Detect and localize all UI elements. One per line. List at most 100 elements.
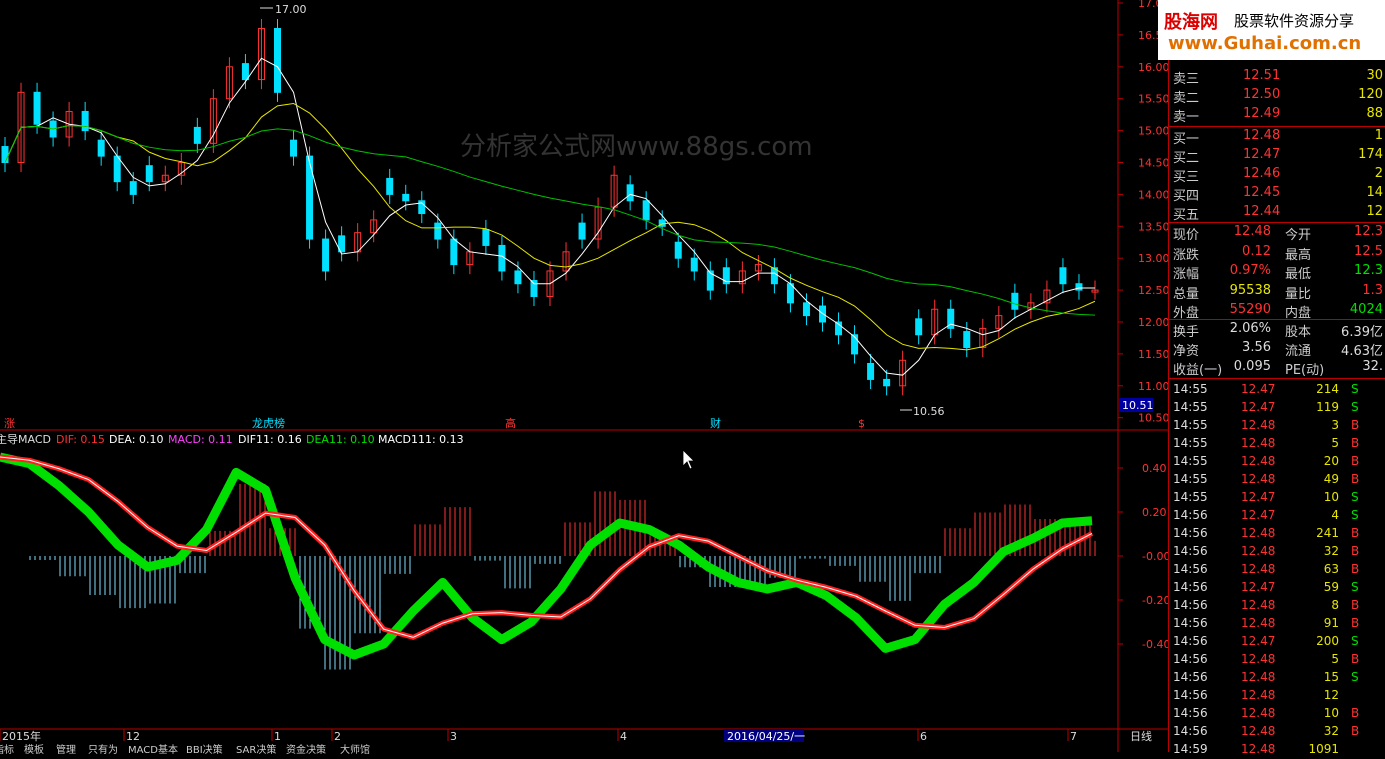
trade-time: 14:56 [1173,580,1208,594]
trade-volume: 91 [1323,616,1339,630]
candle-body [402,193,410,202]
event-marker[interactable]: $ [858,417,865,430]
tab-item[interactable]: 管理 [56,741,76,756]
candle-body [290,139,298,157]
logo-subtitle: 股票软件资源分享 [1234,12,1355,30]
trade-price: 12.48 [1241,742,1276,756]
candle-body [915,318,923,336]
bid-price: 12.47 [1243,147,1281,162]
trade-side: B [1351,526,1360,540]
trade-row: 14:55 12.47 214 S [1173,381,1383,399]
macd-tick: -0.00 [1142,550,1168,563]
trade-time: 14:56 [1173,688,1208,702]
trade-price: 12.48 [1241,598,1276,612]
tab-item[interactable]: 资金决策 [286,741,326,756]
candle-body [1,146,9,164]
candle-body [129,181,137,195]
period-label[interactable]: 日线 [1130,729,1152,743]
stat-label: 换手 [1173,325,1200,340]
stat-row: 净资 3.56 流通 4.63亿 [1173,340,1383,359]
quote-value: 12.3 [1354,224,1383,239]
quote-row: 外盘 55290 内盘 4024 [1173,302,1383,321]
candle-body [883,378,891,387]
trade-price: 12.47 [1241,400,1276,414]
price-axis: 17.0016.5016.0015.5015.0014.5014.0013.50… [1118,0,1168,425]
stat-label: PE(动) [1285,363,1325,378]
price-marker: 10.51 [1122,399,1154,412]
bid-row[interactable]: 买三 12.46 2 [1173,166,1383,185]
trade-time: 14:56 [1173,562,1208,576]
bid-price: 12.48 [1243,128,1281,143]
bid-row[interactable]: 买五 12.44 12 [1173,204,1383,223]
candle-body [498,244,506,272]
ask-row[interactable]: 卖二 12.50 120 [1173,87,1383,106]
trade-row: 14:59 12.48 1091 [1173,741,1383,759]
tab-item[interactable]: 模板 [24,741,44,756]
event-marker[interactable]: 涨 [4,417,15,430]
stat-value: 32. [1362,359,1383,374]
stat-label: 股本 [1285,325,1312,340]
trade-side: B [1351,418,1360,432]
tab-item[interactable]: 指标 [0,741,14,756]
bid-volume: 14 [1366,185,1383,200]
trade-time: 14:55 [1173,454,1208,468]
trade-price: 12.48 [1241,616,1276,630]
tab-item[interactable]: 大师馆 [340,741,370,756]
event-marker[interactable]: 龙虎榜 [252,416,285,430]
quote-label: 今开 [1285,228,1312,243]
bid-label: 买五 [1173,208,1200,223]
stat-value: 4.63亿 [1341,344,1383,359]
candle-body [1011,292,1019,310]
quote-label: 总量 [1173,286,1200,302]
event-marker[interactable]: 财 [710,416,721,430]
candle-body [674,241,682,259]
trade-price: 12.48 [1241,652,1276,666]
price-tick: 16.00 [1138,61,1168,74]
trade-price: 12.48 [1241,544,1276,558]
trade-time: 14:56 [1173,652,1208,666]
candle-body [530,280,538,297]
trade-row: 14:56 12.48 5 B [1173,651,1383,669]
ask-row[interactable]: 卖三 12.51 30 [1173,68,1383,87]
stat-label: 净资 [1173,344,1200,359]
stat-value: 6.39亿 [1341,325,1383,340]
quote-value: 55290 [1229,302,1271,317]
price-tick: 11.50 [1138,348,1168,361]
candle-body [867,362,875,380]
ask-price: 12.49 [1243,106,1281,121]
trade-side: B [1351,472,1360,486]
trade-time: 14:55 [1173,436,1208,450]
candle-body [690,257,698,272]
bid-row[interactable]: 买一 12.48 1 [1173,128,1383,147]
trade-row: 14:56 12.47 200 S [1173,633,1383,651]
candle-body [113,155,121,183]
quote-value: 0.97% [1229,263,1271,278]
ask-row[interactable]: 卖一 12.49 88 [1173,106,1383,125]
tab-item[interactable]: BBI决策 [186,741,223,756]
kline-chart-area[interactable]: 分析家公式网www.88gs.com 17.0016.5016.0015.501… [0,0,1168,752]
stat-value: 3.56 [1242,340,1271,355]
bid-row[interactable]: 买四 12.45 14 [1173,185,1383,204]
trade-volume: 59 [1323,580,1339,594]
bid-label: 买三 [1173,170,1200,185]
trade-price: 12.48 [1241,562,1276,576]
macd111-label: MACD111: 0.13 [378,433,464,446]
event-marker[interactable]: 高 [505,416,516,430]
guhai-logo: 股海网 股票软件资源分享 www.Guhai.com.cn [1158,0,1385,60]
trade-row: 14:55 12.47 119 S [1173,399,1383,417]
macd-axis: 0.40 0.20 -0.00 -0.20 -0.40 [1118,462,1168,651]
logo-url: www.Guhai.com.cn [1168,33,1362,54]
candle-body [450,238,458,266]
trade-volume: 49 [1323,472,1339,486]
macd-header: 主导MACD DIF: 0.15 DEA: 0.10 MACD: 0.11 DI… [0,433,464,446]
trade-time: 14:55 [1173,418,1208,432]
tab-item[interactable]: SAR决策 [236,741,276,756]
quote-label: 最高 [1285,247,1312,263]
trade-volume: 10 [1323,490,1339,504]
tab-item[interactable]: MACD基本 [128,741,178,756]
ask-price: 12.51 [1243,68,1281,83]
bid-row[interactable]: 买二 12.47 174 [1173,147,1383,166]
tab-item[interactable]: 只有为 [88,741,118,756]
low-label: 10.56 [913,405,945,418]
trade-time: 14:59 [1173,742,1208,756]
